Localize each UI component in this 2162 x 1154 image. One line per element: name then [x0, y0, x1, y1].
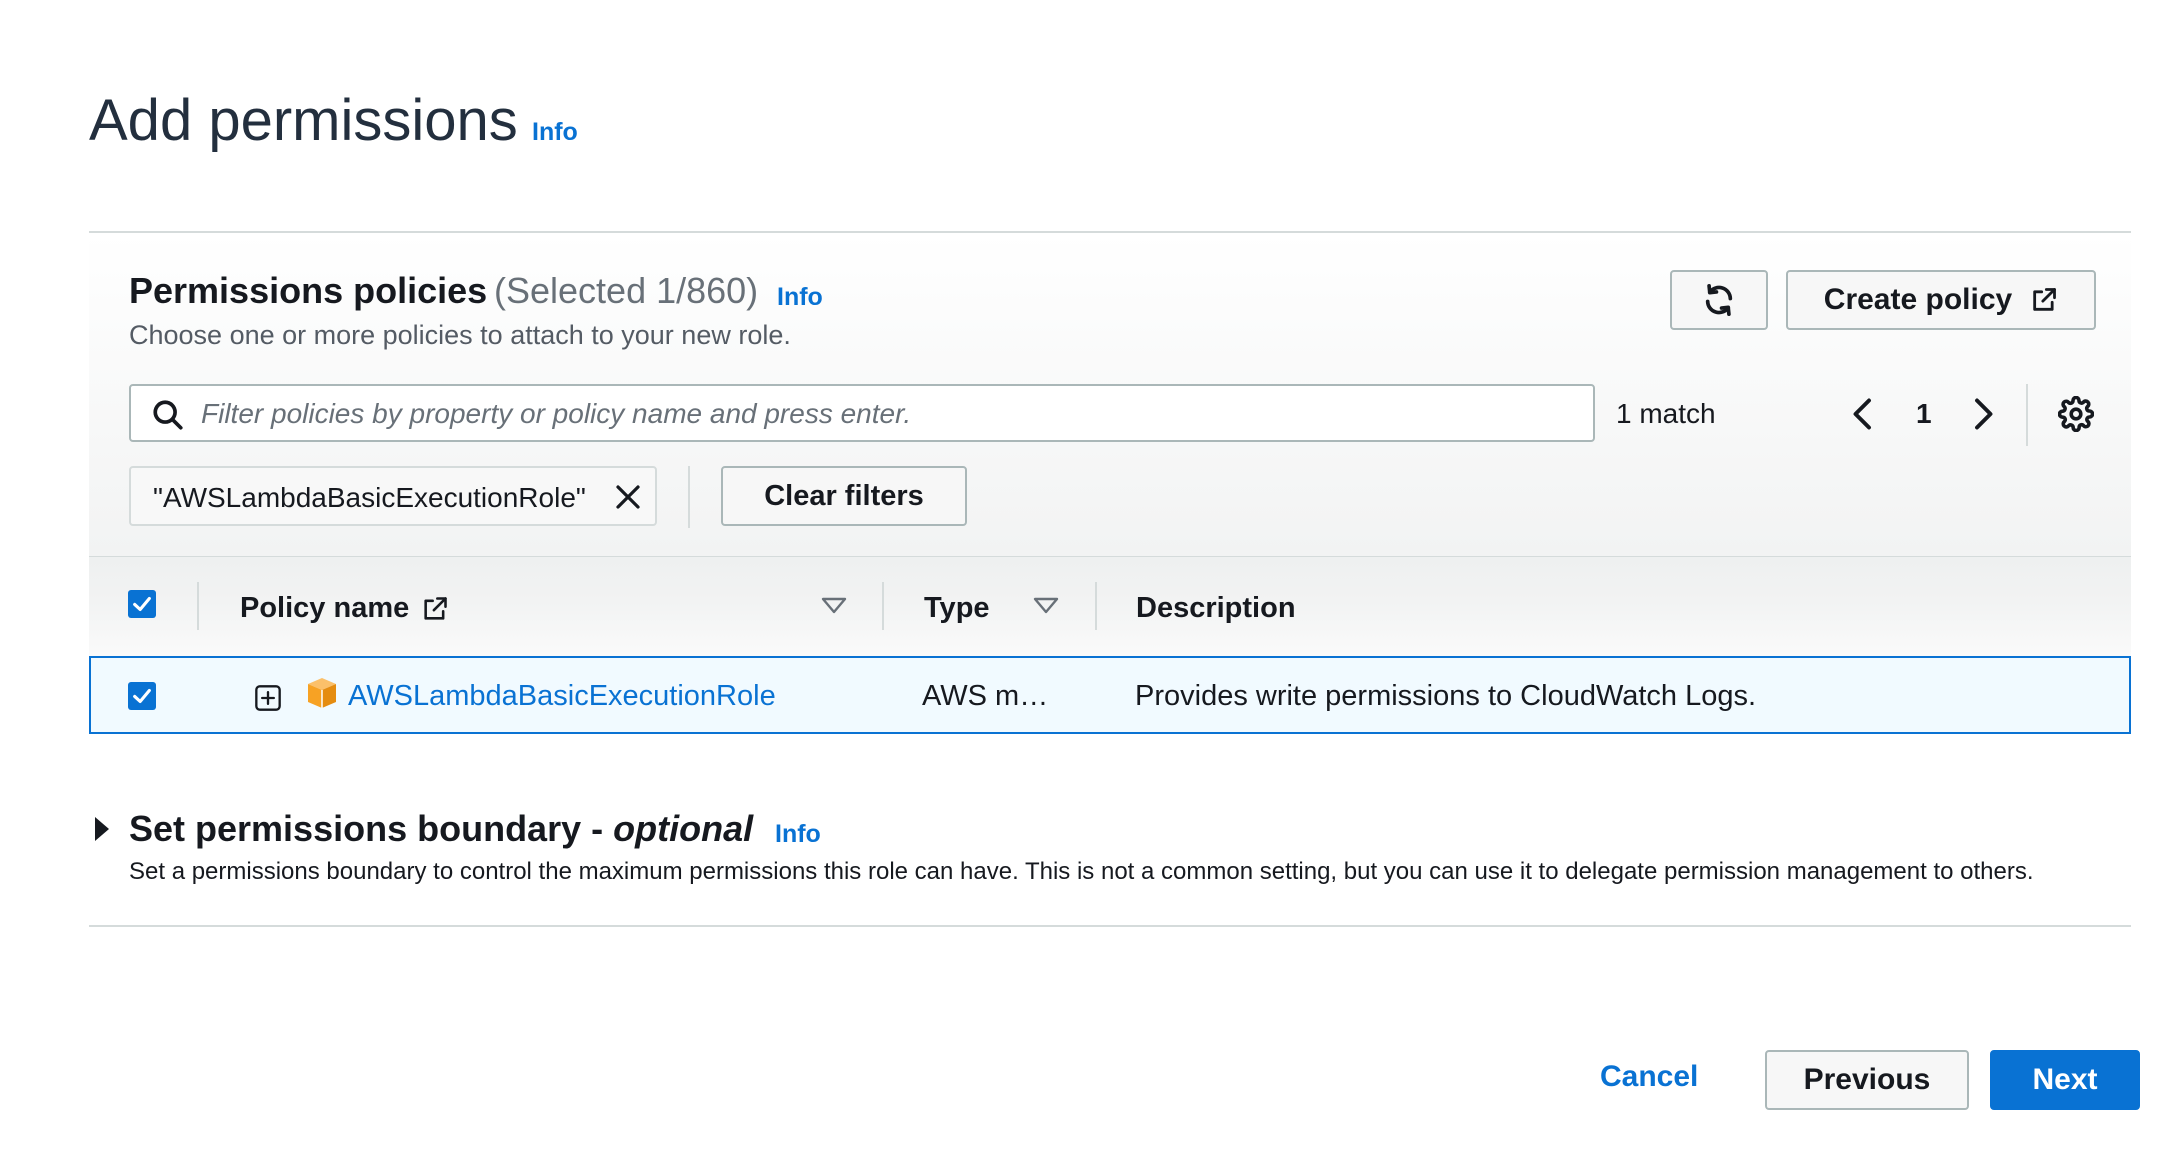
create-policy-label: Create policy [1823, 283, 2013, 316]
row-checkbox[interactable] [128, 682, 156, 710]
pagination-current-page[interactable]: 1 [1916, 398, 1932, 430]
policy-search-field[interactable] [129, 384, 1595, 442]
checkmark-icon [133, 596, 151, 612]
checkmark-icon [133, 688, 151, 704]
column-header-description: Description [1136, 592, 1296, 624]
boundary-info-link[interactable]: Info [775, 820, 821, 849]
refresh-button[interactable] [1670, 270, 1768, 330]
package-icon [308, 678, 336, 708]
clear-filters-button[interactable]: Clear filters [721, 466, 967, 526]
policy-name-link[interactable]: AWSLambdaBasicExecutionRole [348, 680, 776, 713]
section-divider [89, 925, 2131, 927]
close-icon[interactable] [613, 482, 643, 512]
cancel-button[interactable]: Cancel [1600, 1060, 1698, 1094]
column-header-type[interactable]: Type [924, 592, 990, 625]
caret-down-icon[interactable] [1032, 596, 1060, 616]
match-count: 1 match [1616, 398, 1716, 429]
select-all-checkbox[interactable] [128, 590, 156, 618]
pagination-divider [2026, 384, 2028, 446]
chevron-left-icon[interactable] [1848, 396, 1878, 432]
filter-divider [688, 466, 690, 528]
policy-type-cell: AWS m… [922, 680, 1049, 712]
page-title: Add permissions [89, 88, 518, 153]
boundary-title[interactable]: Set permissions boundary - optional [129, 808, 753, 850]
search-icon [153, 400, 183, 430]
policies-title: Permissions policies [129, 270, 488, 311]
caret-right-icon[interactable] [92, 814, 112, 844]
column-separator [197, 582, 199, 630]
policy-description-cell: Provides write permissions to CloudWatch… [1135, 680, 1757, 712]
next-button[interactable]: Next [1990, 1050, 2140, 1110]
boundary-title-optional: optional [613, 808, 754, 849]
policies-info-link[interactable]: Info [777, 283, 823, 312]
previous-button[interactable]: Previous [1765, 1050, 1969, 1110]
column-header-policy-name[interactable]: Policy name [240, 592, 449, 625]
chevron-right-icon[interactable] [1968, 396, 1998, 432]
gear-icon[interactable] [2058, 396, 2094, 432]
boundary-description: Set a permissions boundary to control th… [129, 858, 2034, 885]
page-info-link[interactable]: Info [532, 118, 578, 147]
column-separator [882, 582, 884, 630]
policies-selected-count: (Selected 1/860) [494, 270, 759, 311]
search-input[interactable] [199, 394, 1583, 434]
create-policy-button[interactable]: Create policy [1786, 270, 2096, 330]
filter-token: "AWSLambdaBasicExecutionRole" [129, 466, 657, 526]
policies-description: Choose one or more policies to attach to… [129, 320, 791, 350]
external-link-icon [424, 596, 448, 620]
plus-square-icon[interactable] [254, 684, 282, 712]
column-header-policy-name-label: Policy name [240, 592, 410, 624]
column-separator [1095, 582, 1097, 630]
caret-down-icon[interactable] [820, 596, 848, 616]
external-link-icon [2033, 288, 2057, 311]
filter-token-label: "AWSLambdaBasicExecutionRole" [153, 482, 586, 513]
refresh-icon [1705, 283, 1733, 317]
boundary-title-text: Set permissions boundary - [129, 808, 604, 849]
